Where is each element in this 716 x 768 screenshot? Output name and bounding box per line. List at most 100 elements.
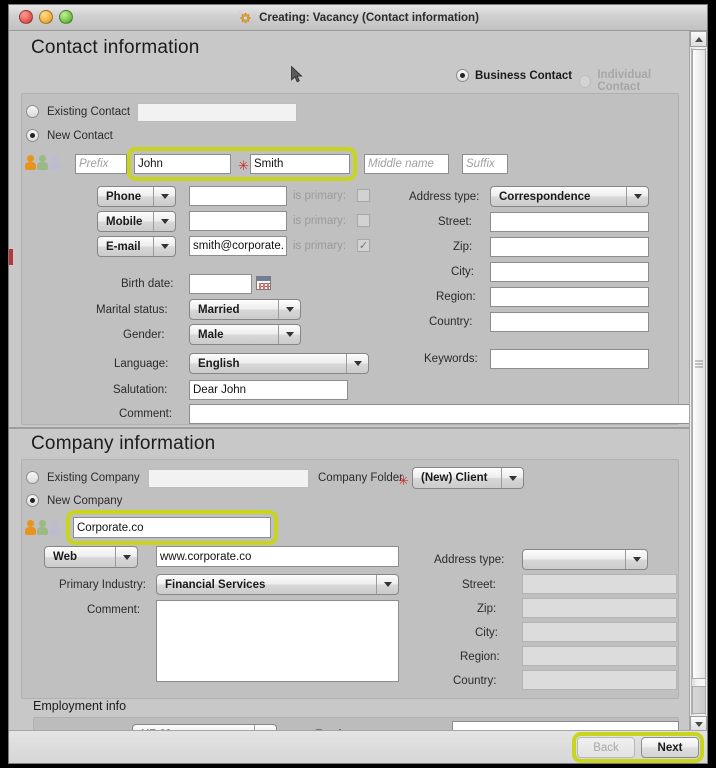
company-comment-label: Comment:: [87, 604, 141, 616]
contact-country-input[interactable]: [490, 312, 649, 332]
chevron-down-icon[interactable]: [153, 187, 175, 206]
person-gray-icon: [49, 520, 60, 535]
company-region-label: Region:: [460, 651, 500, 663]
comm-type-1-combo[interactable]: Mobile: [97, 211, 176, 232]
comm-primary-0-label: is primary:: [293, 190, 347, 202]
language-value: English: [198, 357, 240, 370]
window-title-group: Creating: Vacancy (Contact information): [9, 5, 707, 31]
chevron-down-icon[interactable]: [278, 325, 300, 344]
company-web-type-value: Web: [53, 551, 78, 563]
company-web-input[interactable]: www.corporate.co: [156, 546, 399, 567]
contact-zip-input[interactable]: [490, 237, 649, 257]
last-name-input[interactable]: Smith: [250, 154, 350, 174]
scrollbar-thumb[interactable]: [692, 49, 706, 679]
company-region-input[interactable]: [522, 646, 677, 666]
suffix-input[interactable]: Suffix: [462, 154, 508, 174]
individual-contact-radio[interactable]: [579, 74, 592, 88]
chevron-down-icon[interactable]: [278, 300, 300, 319]
contact-country-label: Country:: [429, 316, 473, 328]
contact-type-business[interactable]: Business Contact: [456, 69, 572, 82]
birth-date-input[interactable]: [189, 274, 252, 294]
chevron-down-icon[interactable]: [376, 575, 398, 594]
contact-keywords-input[interactable]: [490, 349, 649, 369]
contact-type-individual[interactable]: Individual Contact: [579, 69, 691, 93]
chevron-down-icon[interactable]: [153, 212, 175, 231]
calendar-icon[interactable]: [256, 276, 271, 290]
chevron-down-icon[interactable]: [626, 187, 648, 206]
comm-type-1-value: Mobile: [106, 215, 143, 228]
chevron-down-icon[interactable]: [625, 550, 647, 569]
comm-type-0-combo[interactable]: Phone: [97, 186, 176, 207]
salutation-input[interactable]: Dear John: [189, 380, 348, 400]
chevron-down-icon[interactable]: [501, 468, 523, 488]
new-contact-row[interactable]: New Contact: [26, 129, 113, 142]
contact-comment-input[interactable]: [189, 404, 691, 424]
contact-street-input[interactable]: [490, 212, 649, 232]
person-orange-icon: [25, 155, 36, 170]
employment-section-title: Employment info: [33, 699, 127, 713]
comm-type-0-value: Phone: [106, 190, 142, 203]
comm-type-2-combo[interactable]: E-mail: [97, 236, 176, 257]
company-name-input[interactable]: Corporate.co: [73, 517, 271, 538]
gender-combo[interactable]: Male: [189, 324, 301, 345]
company-comment-textarea[interactable]: [156, 600, 399, 682]
contact-address-type-label: Address type:: [409, 191, 480, 203]
company-section-title: Company information: [31, 433, 216, 454]
primary-industry-combo[interactable]: Financial Services: [156, 574, 399, 595]
comm-value-1-input[interactable]: [189, 211, 287, 231]
new-contact-radio[interactable]: [26, 129, 39, 142]
company-address-type-combo[interactable]: [522, 549, 648, 570]
person-green-icon: [37, 155, 48, 170]
chevron-down-icon[interactable]: [115, 547, 137, 567]
first-name-input[interactable]: John: [134, 154, 231, 174]
scroll-content: Contact information Business Contact Ind…: [9, 31, 691, 732]
next-button[interactable]: Next: [641, 737, 699, 758]
primary-industry-value: Financial Services: [165, 578, 266, 591]
existing-contact-radio[interactable]: [26, 105, 39, 118]
chevron-down-icon[interactable]: [153, 237, 175, 256]
contact-address-type-combo[interactable]: Correspondence: [490, 186, 649, 207]
contact-region-input[interactable]: [490, 287, 649, 307]
comm-value-0-input[interactable]: [189, 186, 287, 206]
comm-primary-2-checkbox[interactable]: ✓: [357, 239, 370, 252]
prefix-input[interactable]: Prefix: [75, 154, 127, 174]
new-company-row[interactable]: New Company: [26, 494, 122, 507]
gender-label: Gender:: [123, 329, 165, 341]
comm-value-2-input[interactable]: smith@corporate.: [189, 236, 287, 256]
scrollbar-lower-track[interactable]: [692, 686, 706, 714]
marital-status-combo[interactable]: Married: [189, 299, 301, 320]
contact-city-input[interactable]: [490, 262, 649, 282]
existing-company-input[interactable]: [148, 469, 309, 488]
primary-industry-label: Primary Industry:: [59, 579, 146, 591]
existing-company-radio[interactable]: [26, 471, 39, 484]
new-company-radio[interactable]: [26, 494, 39, 507]
company-zip-input[interactable]: [522, 598, 677, 618]
gear-icon: [237, 10, 253, 26]
vertical-scrollbar[interactable]: [689, 31, 707, 732]
existing-company-row[interactable]: Existing Company: [26, 471, 140, 484]
language-combo[interactable]: English: [189, 353, 369, 374]
company-street-input[interactable]: [522, 574, 677, 594]
language-label: Language:: [114, 358, 169, 370]
company-city-input[interactable]: [522, 622, 677, 642]
mouse-cursor: [291, 65, 303, 84]
birth-date-label: Birth date:: [121, 278, 174, 290]
contact-people-icon: [25, 155, 60, 170]
contact-region-label: Region:: [436, 291, 476, 303]
back-button[interactable]: Back: [577, 737, 635, 758]
chevron-down-icon[interactable]: [346, 354, 368, 373]
existing-contact-row[interactable]: Existing Contact: [26, 105, 130, 118]
comm-primary-1-checkbox[interactable]: [357, 214, 370, 227]
comm-primary-0-checkbox[interactable]: [357, 189, 370, 202]
company-country-input[interactable]: [522, 670, 677, 690]
scroll-up-button[interactable]: [690, 31, 707, 47]
business-contact-radio[interactable]: [456, 69, 469, 82]
existing-contact-label: Existing Contact: [47, 105, 131, 118]
existing-company-label: Existing Company: [47, 471, 140, 484]
company-web-type-combo[interactable]: Web: [44, 546, 138, 568]
company-folder-combo[interactable]: (New) Client: [412, 467, 524, 489]
marital-status-label: Marital status:: [96, 304, 168, 316]
middle-name-input[interactable]: Middle name: [364, 154, 449, 174]
comm-primary-2-label: is primary:: [293, 240, 347, 252]
existing-contact-input[interactable]: [137, 103, 297, 122]
